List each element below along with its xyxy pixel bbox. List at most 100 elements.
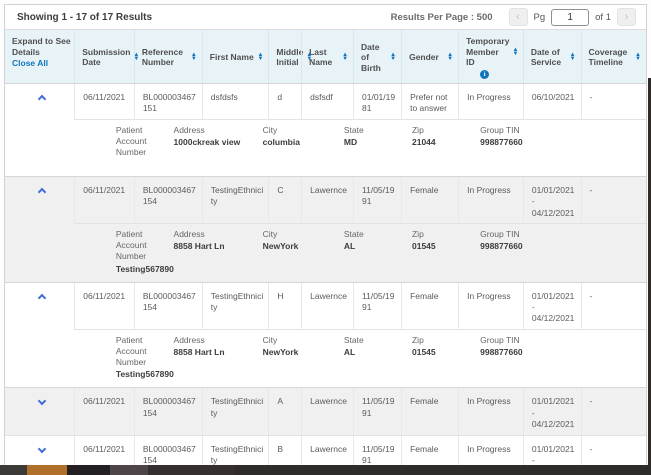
table-row: 06/11/2021BL000003467154TestingEthnicity… [5,388,646,435]
column-label: Middle Initial [276,47,303,68]
cell-submission-date: 06/11/2021 [74,84,134,120]
detail-value: Testing567890 [116,369,174,380]
sort-icon[interactable]: ▲▼ [257,53,265,61]
detail-zip: Zip01545 [412,335,480,380]
detail-value: MD [344,137,412,148]
detail-zip: Zip01545 [412,229,480,274]
detail-label: City [263,125,344,136]
prev-page-button[interactable]: ‹ [509,8,528,26]
cell-submission-date: 06/11/2021 [74,388,134,434]
cell-date-of-service: 01/01/2021 - 04/12/2021 [523,283,581,330]
sort-icon[interactable]: ▲▼ [191,53,199,61]
cell-middle-initial: H [268,283,301,330]
cell-last-name: Lawernce [301,283,353,330]
sort-icon[interactable]: ▲▼ [635,53,643,61]
table-body: 06/11/2021BL000003467151dsfdsfsddsfsdf01… [5,84,646,475]
expand-details-label: Expand to See Details [12,36,71,57]
detail-zip: Zip21044 [412,125,480,169]
column-header-submission-date: Submission Date▲▼ [74,30,134,83]
info-icon[interactable]: i [480,70,489,79]
detail-label: Address [174,229,263,240]
detail-value: 8858 Hart Ln [174,241,263,252]
cell-date-of-birth: 11/05/1991 [353,388,401,434]
close-all-link[interactable]: Close All [12,58,71,68]
page-number-input[interactable] [551,9,589,26]
detail-label: Patient Account Number [116,125,174,158]
sort-icon[interactable]: ▲▼ [342,53,350,61]
sort-icon[interactable]: ▲▼ [390,53,398,61]
detail-label: Zip [412,229,480,240]
detail-label: Zip [412,125,480,136]
column-label: Last Name [309,47,339,68]
column-header-last-name: Last Name▲▼ [301,30,353,83]
detail-address: Address1000ckreak view [174,125,263,169]
detail-label: City [263,229,344,240]
chevron-right-icon: › [625,11,629,23]
cell-date-of-birth: 11/05/1991 [353,177,401,224]
row-details: Patient Account NumberTesting567890Addre… [5,330,646,388]
results-panel: Showing 1 - 17 of 17 Results Results Per… [4,4,647,475]
results-toolbar: Showing 1 - 17 of 17 Results Results Per… [5,5,646,29]
detail-value: AL [344,347,412,358]
cell-date-of-birth: 01/01/1981 [353,84,401,120]
cell-reference-number: BL000003467154 [134,177,202,224]
cell-coverage-timeline: - [581,283,646,330]
cell-first-name: TestingEthnicity [202,388,269,434]
table-header-row: Expand to See DetailsClose AllSubmission… [5,29,646,84]
chevron-left-icon: ‹ [516,11,520,23]
cell-temporary-member-id: In Progress [458,177,523,224]
detail-label: Group TIN [480,125,640,136]
column-header-first-name: First Name▲▼ [202,30,269,83]
detail-label: Address [174,125,263,136]
expand-toggle[interactable] [5,84,74,120]
sort-icon[interactable]: ▲▼ [512,48,520,56]
column-header-temporary-member-id: Temporary Member ID▲▼i [458,30,523,83]
detail-state: StateMD [344,125,412,169]
chevron-down-icon [38,444,46,452]
row-details: Patient Account NumberAddress1000ckreak … [5,120,646,177]
detail-label: Group TIN [480,335,640,346]
column-label: Date of Birth [361,42,387,74]
background-strip [0,465,651,475]
cell-date-of-service: 06/10/2021 [523,84,581,120]
cell-coverage-timeline: - [581,388,646,434]
detail-value: 01545 [412,241,480,252]
page-label: Pg [534,12,546,23]
detail-group-tin: Group TIN998877660 [480,229,640,274]
detail-value: 998877660 [480,137,640,148]
results-per-page-label: Results Per Page : 500 [391,12,493,23]
detail-value: NewYork [263,347,344,358]
cell-gender: Female [401,177,458,224]
cell-temporary-member-id: In Progress [458,283,523,330]
detail-value: 01545 [412,347,480,358]
detail-address: Address8858 Hart Ln [174,229,263,274]
cell-submission-date: 06/11/2021 [74,283,134,330]
cell-gender: Female [401,283,458,330]
page-of-label: of 1 [595,12,611,23]
cell-last-name: Lawernce [301,177,353,224]
column-header-coverage-timeline: Coverage Timeline▲▼ [581,30,646,83]
chevron-up-icon [38,188,46,196]
cell-gender: Female [401,388,458,434]
detail-city: Citycolumbia [263,125,344,169]
results-count: Showing 1 - 17 of 17 Results [17,12,152,23]
table-row: 06/11/2021BL000003467154TestingEthnicity… [5,177,646,224]
detail-patient-account-number: Patient Account NumberTesting567890 [116,335,174,380]
detail-label: Patient Account Number [116,335,174,368]
detail-label: Address [174,335,263,346]
detail-value: 998877660 [480,347,640,358]
cell-reference-number: BL000003467154 [134,283,202,330]
expand-toggle[interactable] [5,388,74,434]
cell-first-name: TestingEthnicity [202,177,269,224]
sort-icon[interactable]: ▲▼ [570,53,578,61]
detail-value: 21044 [412,137,480,148]
expand-toggle[interactable] [5,283,74,330]
column-label: Reference Number [142,47,188,68]
column-header-gender: Gender▲▼ [401,30,458,83]
detail-group-tin: Group TIN998877660 [480,125,640,169]
expand-toggle[interactable] [5,177,74,224]
sort-icon[interactable]: ▲▼ [447,53,455,61]
next-page-button[interactable]: › [617,8,636,26]
chevron-up-icon [38,293,46,301]
cell-middle-initial: A [268,388,301,434]
